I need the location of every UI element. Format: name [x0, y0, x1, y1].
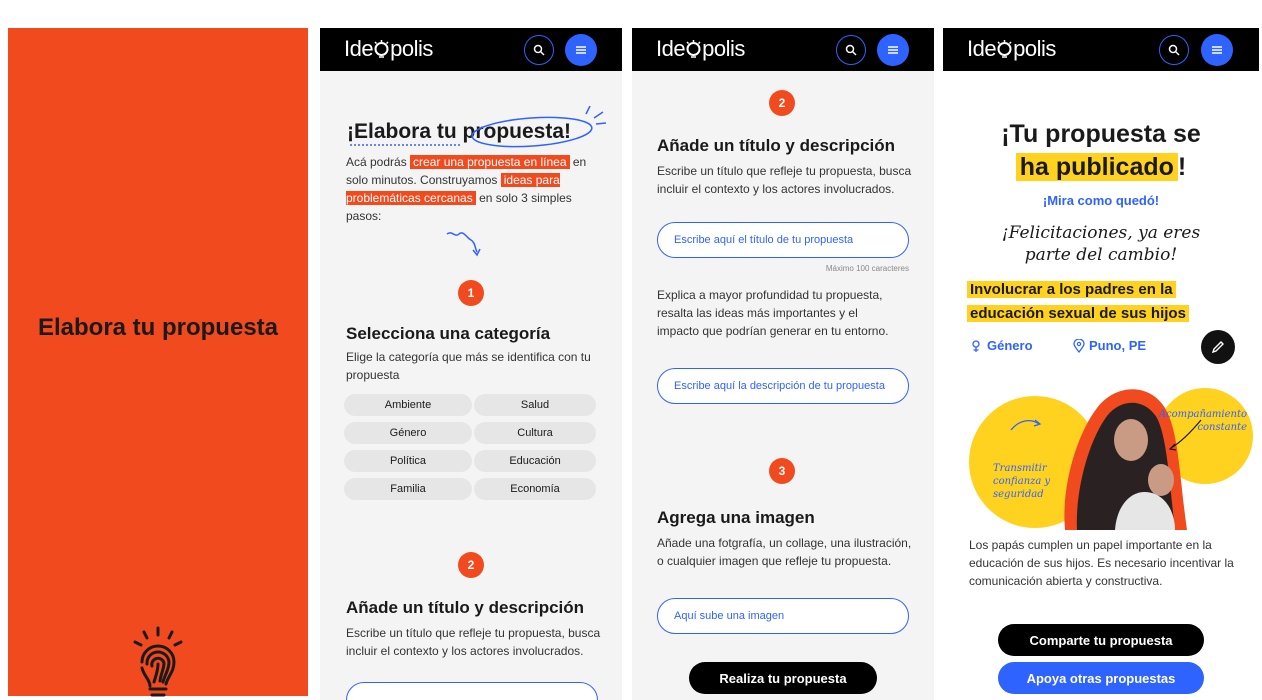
search-icon: [1168, 44, 1180, 56]
published-title: ¡Tu propuesta se ha publicado!: [943, 118, 1259, 184]
step2-title: Añade un título y descripción: [657, 136, 896, 155]
category-chip[interactable]: Familia: [344, 478, 472, 500]
step3-title: Agrega una imagen: [657, 508, 815, 527]
illustration-note-left: Transmitir confianza y seguridad: [993, 462, 1073, 501]
intro-text-part: Acá podrás: [346, 155, 411, 169]
submit-proposal-button[interactable]: Realiza tu propuesta: [689, 662, 877, 694]
category-chip[interactable]: Ambiente: [344, 394, 472, 416]
view-proposal-link[interactable]: ¡Mira como quedó!: [943, 193, 1259, 208]
title-char-limit: Máximo 100 caracteres: [825, 264, 909, 273]
published-title-line: ha publicado!: [943, 151, 1259, 184]
note-line: confianza y: [993, 476, 1051, 487]
search-button[interactable]: [1159, 35, 1189, 65]
search-button[interactable]: [836, 35, 866, 65]
step2-desc: Escribe un título que refleje tu propues…: [346, 626, 601, 658]
title-scribble-decoration: [471, 106, 607, 148]
step2-title: Añade un título y descripción: [346, 598, 585, 617]
step-number-3: 3: [769, 458, 795, 484]
step-number-1: 1: [458, 280, 484, 306]
top-bar: Ide polis: [320, 28, 622, 71]
location-pin-icon: [1073, 338, 1085, 353]
intro-text: Acá podrás crear una propuesta en línea …: [346, 153, 602, 225]
step3-desc: Añade una fotgrafía, un collage, una ilu…: [657, 536, 912, 568]
highlight-text: crear una propuesta en línea: [410, 155, 570, 169]
search-icon: [533, 44, 545, 56]
screen-form: Ide polis 2 Añade un título y descripción…: [632, 28, 934, 700]
search-button[interactable]: [524, 35, 554, 65]
ideopolis-logo[interactable]: Ide polis: [656, 36, 745, 62]
screen-published: Ide polis ¡Tu propuesta se ha publicado! …: [943, 28, 1259, 700]
step1-desc: Elige la categoría que más se identifica…: [346, 350, 591, 382]
congrats-line: parte del cambio!: [1024, 245, 1178, 265]
category-chip[interactable]: Cultura: [474, 422, 596, 444]
screen-elabora: Ide polis ¡Elabora tu propuesta! Acá podr…: [320, 28, 622, 700]
proposal-title: Involucrar a los padres en la educación …: [967, 278, 1257, 326]
published-title-highlight: ha publicado: [1015, 153, 1178, 181]
published-title-line: ¡Tu propuesta se: [1001, 120, 1201, 148]
menu-button[interactable]: [877, 34, 909, 66]
category-chip[interactable]: Economía: [474, 478, 596, 500]
proposal-illustration: [969, 388, 1253, 530]
note-line: constante: [1197, 422, 1247, 433]
cover-panel: Elabora tu propuesta: [8, 28, 308, 697]
category-chip[interactable]: Política: [344, 450, 472, 472]
menu-button[interactable]: [565, 34, 597, 66]
note-line: Acompañamiento: [1158, 409, 1247, 420]
location-tag[interactable]: Puno, PE: [1073, 338, 1146, 353]
bulb-icon: [997, 40, 1012, 58]
top-bar: Ide polis: [943, 28, 1259, 71]
desc-instructions: Explica a mayor profundidad tu propuesta…: [657, 288, 889, 338]
hamburger-icon: [1212, 46, 1222, 54]
hamburger-icon: [888, 46, 898, 54]
step2-desc: Escribe un título que refleje tu propues…: [657, 164, 912, 196]
proposal-title-line: Involucrar a los padres en la: [967, 281, 1176, 298]
menu-button[interactable]: [1201, 34, 1233, 66]
note-line: Transmitir: [993, 463, 1047, 474]
category-chip[interactable]: Educación: [474, 450, 596, 472]
illustration-note-top: Acompañamiento constante: [1147, 408, 1247, 434]
search-icon: [845, 44, 857, 56]
pencil-icon: [1211, 341, 1224, 354]
category-chip[interactable]: Género: [344, 422, 472, 444]
congrats-message: ¡Felicitaciones, ya eres parte del cambi…: [943, 222, 1259, 266]
step-number-2: 2: [458, 552, 484, 578]
published-title-mark: !: [1177, 153, 1187, 181]
edit-button[interactable]: [1201, 330, 1235, 364]
note-line: seguridad: [993, 489, 1044, 500]
share-proposal-button[interactable]: Comparte tu propuesta: [998, 624, 1204, 656]
squiggle-arrow-icon: [446, 232, 481, 257]
gender-icon: [972, 339, 980, 352]
presentation-board: Elabora tu propuesta Ide polis ¡Elabora …: [0, 0, 1262, 700]
category-chip[interactable]: Salud: [474, 394, 596, 416]
hamburger-icon: [576, 46, 586, 54]
dotted-underline-decoration: [350, 144, 460, 146]
title-input-partial[interactable]: [346, 682, 598, 700]
step1-title: Selecciona una categoría: [346, 324, 551, 343]
ideopolis-logo[interactable]: Ide polis: [344, 36, 433, 62]
fingerprint-bulb-icon: [133, 626, 183, 697]
proposal-title-line: educación sexual de sus hijos: [967, 305, 1189, 322]
proposal-title-input[interactable]: Escribe aquí el título de tu propuesta: [657, 222, 909, 258]
location-tag-label: Puno, PE: [1089, 338, 1147, 353]
image-upload-input[interactable]: Aquí sube una imagen: [657, 598, 909, 634]
category-tag[interactable]: Género: [969, 338, 1033, 353]
congrats-line: ¡Felicitaciones, ya eres: [1001, 223, 1201, 243]
bulb-icon: [374, 40, 389, 58]
bulb-icon: [686, 40, 701, 58]
category-tag-label: Género: [987, 338, 1033, 353]
support-proposals-button[interactable]: Apoya otras propuestas: [998, 662, 1204, 694]
step-number-2: 2: [769, 90, 795, 116]
top-bar: Ide polis: [632, 28, 934, 71]
ideopolis-logo[interactable]: Ide polis: [967, 36, 1056, 62]
proposal-description: Los papás cumplen un papel importante en…: [969, 538, 1234, 588]
cover-title: Elabora tu propuesta: [37, 314, 279, 341]
proposal-description-input[interactable]: Escribe aquí la descripción de tu propue…: [657, 368, 909, 404]
